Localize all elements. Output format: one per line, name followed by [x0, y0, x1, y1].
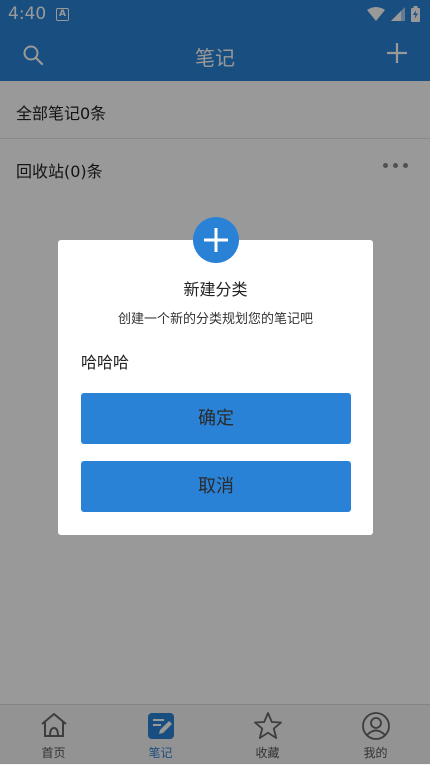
new-category-dialog: 新建分类 创建一个新的分类规划您的笔记吧 确定 取消	[58, 240, 373, 535]
category-name-input[interactable]	[81, 348, 351, 374]
cancel-button[interactable]: 取消	[81, 461, 351, 512]
dialog-title: 新建分类	[183, 280, 248, 299]
dialog-add-icon	[193, 217, 239, 263]
plus-icon	[204, 228, 228, 252]
dialog-subtitle: 创建一个新的分类规划您的笔记吧	[117, 312, 313, 327]
confirm-button[interactable]: 确定	[81, 393, 351, 444]
